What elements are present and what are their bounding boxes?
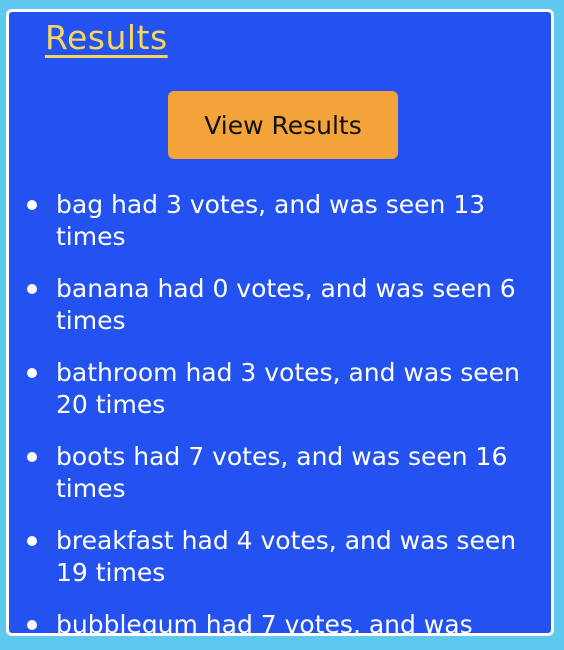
bullet-icon bbox=[27, 620, 37, 630]
page-title: Results bbox=[45, 18, 168, 57]
list-item-text: banana had 0 votes, and was seen 6 times bbox=[56, 274, 516, 335]
list-item: banana had 0 votes, and was seen 6 times bbox=[9, 273, 551, 337]
results-panel: Results View Results bag had 3 votes, an… bbox=[6, 9, 554, 636]
bullet-icon bbox=[27, 536, 37, 546]
list-item-text: boots had 7 votes, and was seen 16 times bbox=[56, 442, 508, 503]
list-item: bathroom had 3 votes, and was seen 20 ti… bbox=[9, 357, 551, 421]
list-item: bag had 3 votes, and was seen 13 times bbox=[9, 189, 551, 253]
results-list: bag had 3 votes, and was seen 13 times b… bbox=[9, 189, 551, 636]
list-item-text: bag had 3 votes, and was seen 13 times bbox=[56, 190, 486, 251]
bullet-icon bbox=[27, 200, 37, 210]
list-item: breakfast had 4 votes, and was seen 19 t… bbox=[9, 525, 551, 589]
bullet-icon bbox=[27, 368, 37, 378]
list-item: boots had 7 votes, and was seen 16 times bbox=[9, 441, 551, 505]
bullet-icon bbox=[27, 452, 37, 462]
view-results-button[interactable]: View Results bbox=[168, 91, 398, 159]
list-item: bubblegum had 7 votes, and was bbox=[9, 609, 551, 636]
list-item-text: bathroom had 3 votes, and was seen 20 ti… bbox=[56, 358, 520, 419]
bullet-icon bbox=[27, 284, 37, 294]
list-item-text: breakfast had 4 votes, and was seen 19 t… bbox=[56, 526, 517, 587]
list-item-text: bubblegum had 7 votes, and was bbox=[56, 610, 473, 636]
